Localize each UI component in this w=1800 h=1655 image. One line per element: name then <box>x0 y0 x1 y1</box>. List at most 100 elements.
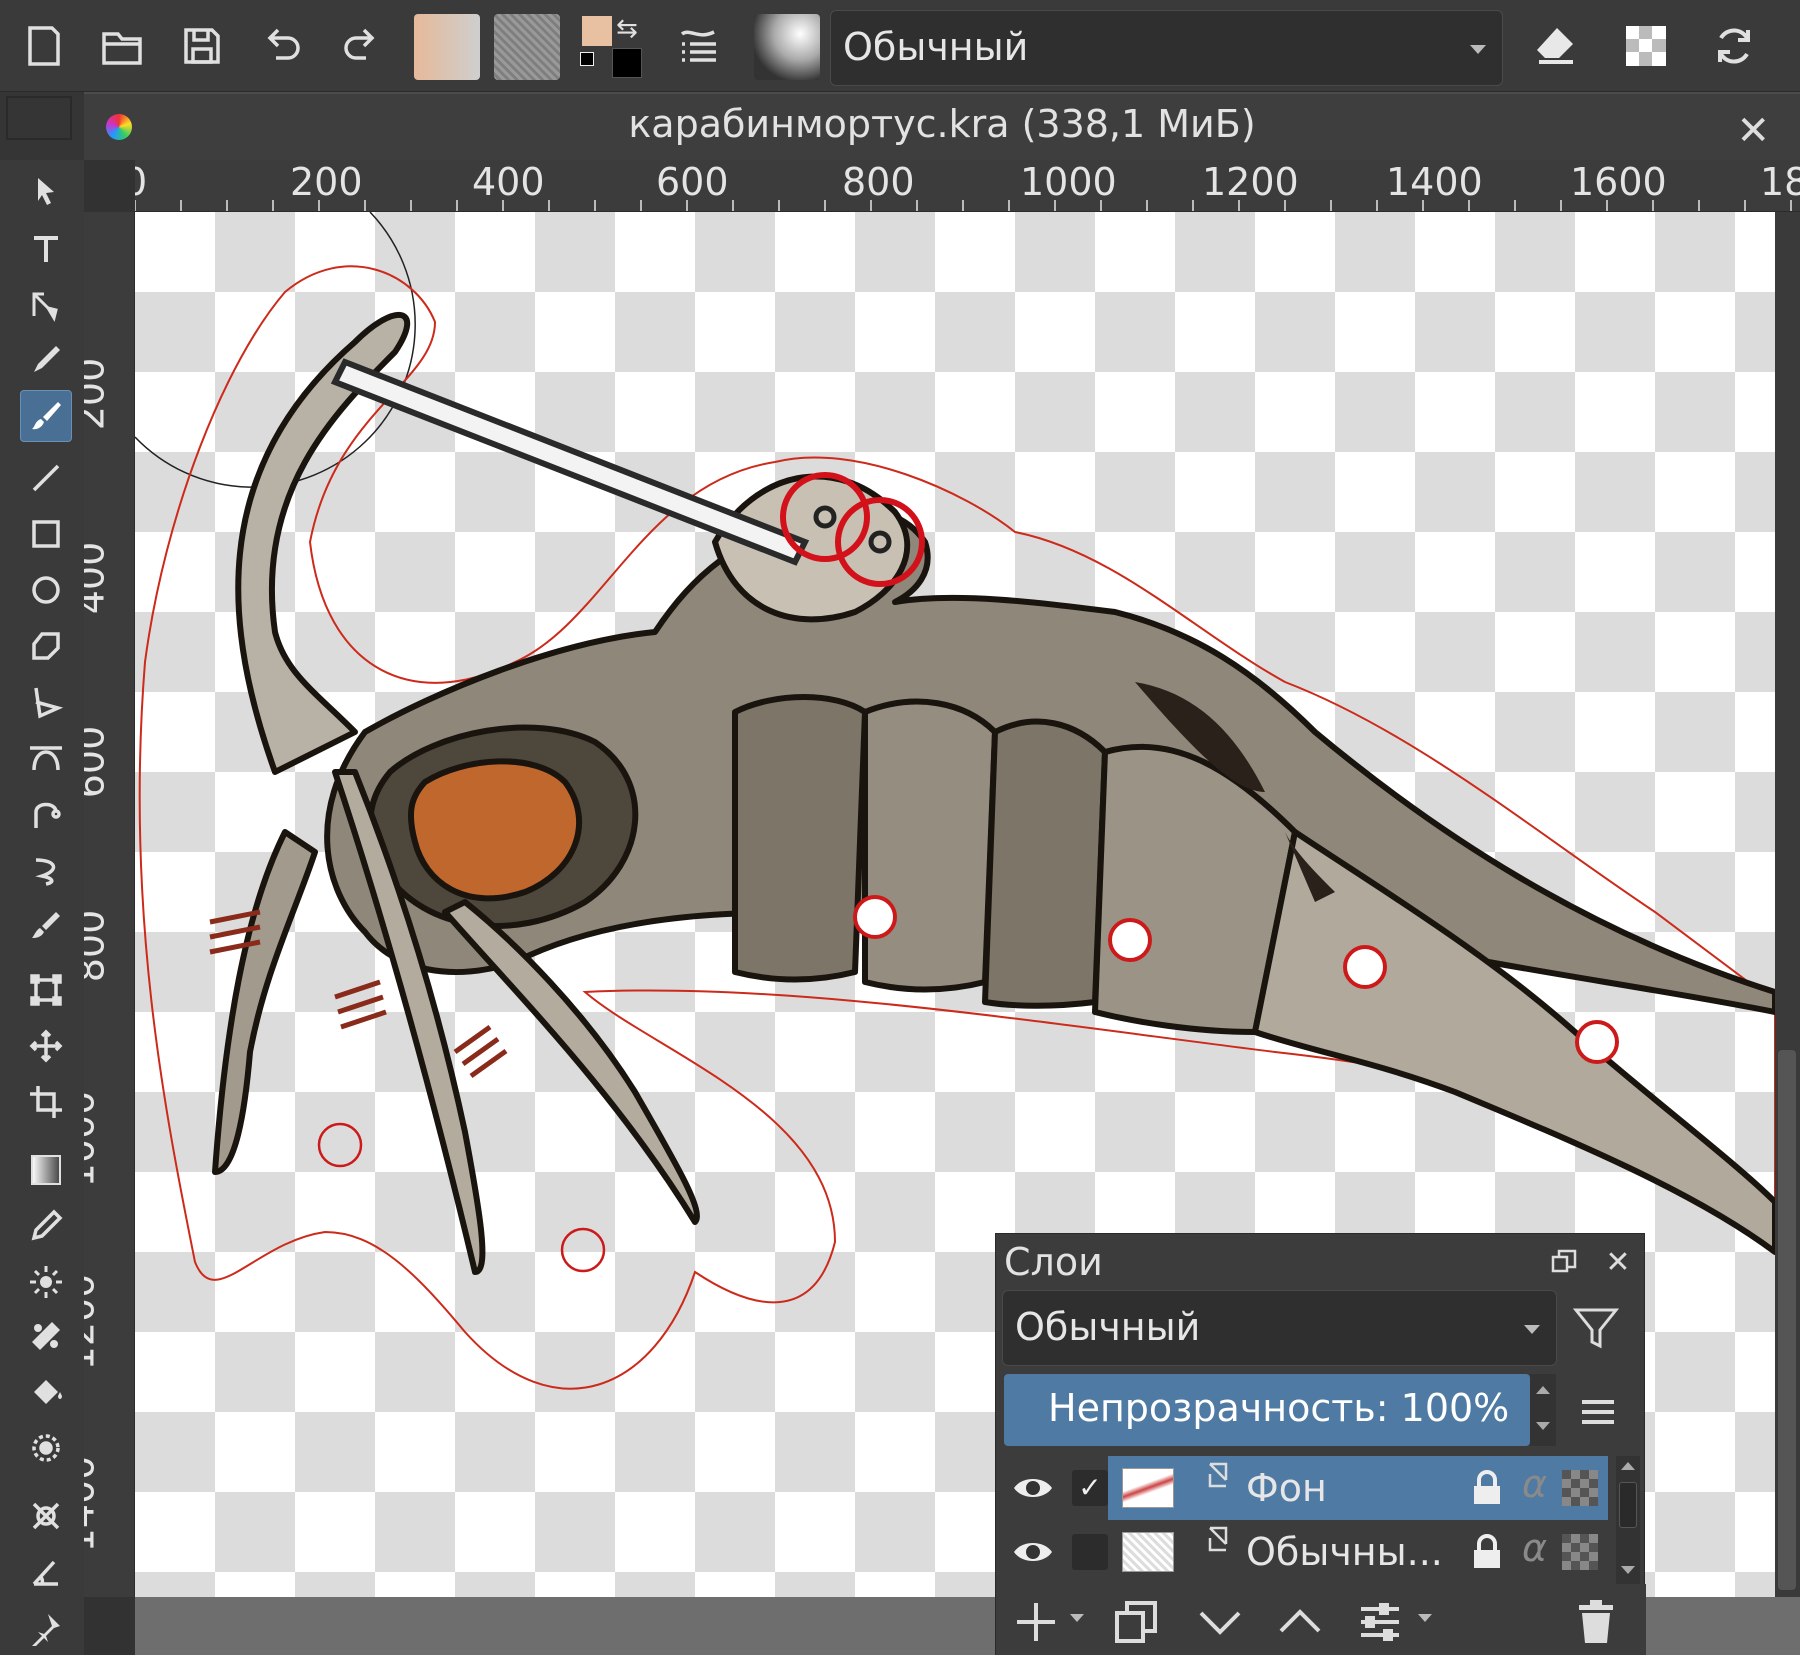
enclosed-fill-tool-icon[interactable] <box>20 1422 72 1474</box>
layer-properties-icon[interactable] <box>1352 1594 1408 1650</box>
opacity-spinner[interactable] <box>1530 1374 1556 1446</box>
ruler-label: 800 <box>842 160 915 204</box>
chevron-down-icon <box>1524 1325 1540 1334</box>
new-document-icon[interactable] <box>8 10 80 82</box>
line-tool-icon[interactable] <box>20 452 72 504</box>
freehand-brush-tool-icon[interactable] <box>20 390 72 442</box>
dynamic-brush-tool-icon[interactable] <box>20 844 72 896</box>
layer-name: Обычны... <box>1246 1530 1443 1574</box>
gradient-swatch[interactable] <box>414 14 480 80</box>
ruler-label: 1000 <box>84 1090 103 1188</box>
layers-scrollbar[interactable] <box>1616 1456 1640 1584</box>
ruler-label: 600 <box>84 725 113 799</box>
ruler-label: 200 <box>290 160 363 204</box>
move-layer-up-icon[interactable] <box>1272 1594 1328 1650</box>
reload-icon[interactable] <box>1698 10 1770 82</box>
opacity-label: Непрозрачность: <box>1048 1386 1389 1430</box>
lock-icon[interactable] <box>1472 1470 1502 1506</box>
add-layer-icon[interactable] <box>1008 1594 1064 1650</box>
multi-tool-icon[interactable] <box>20 1310 72 1362</box>
blend-mode-select[interactable]: Обычный <box>830 10 1503 86</box>
ruler-label: 600 <box>656 160 729 204</box>
reference-images-tool-icon[interactable] <box>20 1602 72 1654</box>
layer-checkbox[interactable] <box>1072 1534 1108 1570</box>
visibility-eye-icon[interactable] <box>1012 1532 1054 1572</box>
alpha-lock-icon[interactable]: α <box>1522 1462 1547 1506</box>
lock-icon[interactable] <box>1472 1534 1502 1570</box>
corner-spacer <box>0 92 84 160</box>
layers-docker-title: Слои <box>1004 1240 1103 1284</box>
chevron-down-icon[interactable] <box>1070 1614 1084 1622</box>
transform-tool-icon[interactable] <box>20 964 72 1016</box>
gradient-tool-icon[interactable] <box>20 1144 72 1196</box>
calligraphy-tool-icon[interactable] <box>20 334 72 386</box>
layer-blend-mode-select[interactable]: Обычный <box>1002 1290 1557 1366</box>
brush-presets-icon[interactable] <box>662 10 734 82</box>
edit-shapes-tool-icon[interactable] <box>20 278 72 330</box>
ruler-label: 400 <box>84 541 113 615</box>
layers-footer-toolbar <box>996 1584 1646 1655</box>
bezier-curve-tool-icon[interactable] <box>20 732 72 784</box>
ruler-label: 200 <box>84 357 113 431</box>
alpha-lock-icon[interactable] <box>1610 10 1682 82</box>
alpha-lock-icon[interactable]: α <box>1522 1526 1547 1570</box>
brush-tip-icon[interactable] <box>754 14 820 80</box>
duplicate-layer-icon[interactable] <box>1108 1594 1164 1650</box>
document-title: карабинмортус.kra (338,1 МиБ) <box>628 102 1256 146</box>
toolbox <box>0 160 84 1655</box>
ruler-label: 1000 <box>1020 160 1117 204</box>
ruler-label: 1400 <box>84 1455 103 1553</box>
undo-icon[interactable] <box>246 10 318 82</box>
vertical-scrollbar-thumb[interactable] <box>1778 1050 1796 1590</box>
open-folder-icon[interactable] <box>86 10 158 82</box>
fill-tool-icon[interactable] <box>20 1366 72 1418</box>
text-tool-icon[interactable] <box>20 222 72 274</box>
close-docker-icon[interactable]: ✕ <box>1598 1242 1638 1282</box>
close-icon[interactable]: ✕ <box>1736 108 1770 154</box>
freehand-path-tool-icon[interactable] <box>20 788 72 840</box>
ruler-label: 0 <box>135 160 147 204</box>
redo-icon[interactable] <box>324 10 396 82</box>
layer-row[interactable]: Обычны... α <box>1002 1520 1614 1584</box>
rectangle-tool-icon[interactable] <box>20 508 72 560</box>
chevron-down-icon[interactable] <box>1418 1614 1432 1622</box>
layer-checkbox[interactable]: ✓ <box>1072 1470 1108 1506</box>
opacity-slider[interactable]: Непрозрачность: 100% <box>1004 1374 1530 1446</box>
save-icon[interactable] <box>166 10 238 82</box>
float-docker-icon[interactable] <box>1544 1242 1584 1282</box>
polyline-tool-icon[interactable] <box>20 676 72 728</box>
layer-blend-mode-value: Обычный <box>1015 1305 1201 1349</box>
assistant-tool-icon[interactable] <box>20 1490 72 1542</box>
layer-thumbnail <box>1122 1468 1174 1508</box>
pattern-swatch[interactable] <box>494 14 560 80</box>
visibility-eye-icon[interactable] <box>1012 1468 1054 1508</box>
polygon-tool-icon[interactable] <box>20 620 72 672</box>
clip-icon <box>1208 1526 1228 1552</box>
crop-tool-icon[interactable] <box>20 1076 72 1128</box>
move-layer-down-icon[interactable] <box>1192 1594 1248 1650</box>
ruler-label: 18 <box>1760 160 1800 204</box>
select-shapes-tool-icon[interactable] <box>20 166 72 218</box>
smart-patch-tool-icon[interactable] <box>20 1256 72 1308</box>
vertical-ruler: 200 400 600 800 1000 1200 1400 <box>84 212 135 1597</box>
eraser-icon[interactable] <box>1519 10 1591 82</box>
measure-tool-icon[interactable] <box>20 1546 72 1598</box>
ruler-label: 400 <box>472 160 545 204</box>
layers-docker: Слои ✕ Обычный Непрозрачность: 100% ✓ Фо… <box>995 1233 1646 1655</box>
inherit-alpha-icon[interactable] <box>1562 1470 1598 1506</box>
horizontal-ruler: 0 200 400 600 800 1000 1200 1400 1600 18 <box>135 160 1800 212</box>
color-picker-tool-icon[interactable] <box>20 1200 72 1252</box>
blend-mode-value: Обычный <box>843 25 1029 69</box>
document-tab[interactable]: карабинмортус.kra (338,1 МиБ) ✕ <box>84 92 1800 160</box>
color-swap-icon[interactable]: ⇆ <box>578 12 648 82</box>
move-tool-icon[interactable] <box>20 1020 72 1072</box>
layer-name: Фон <box>1246 1466 1327 1510</box>
inherit-alpha-icon[interactable] <box>1562 1534 1598 1570</box>
ellipse-tool-icon[interactable] <box>20 564 72 616</box>
main-toolbar: ⇆ Обычный <box>0 0 1800 92</box>
filter-icon[interactable] <box>1568 1300 1624 1356</box>
delete-layer-icon[interactable] <box>1568 1594 1624 1650</box>
multibrush-tool-icon[interactable] <box>20 900 72 952</box>
layer-options-menu-icon[interactable] <box>1576 1390 1620 1434</box>
layer-row[interactable]: ✓ Фон α <box>1002 1456 1614 1520</box>
